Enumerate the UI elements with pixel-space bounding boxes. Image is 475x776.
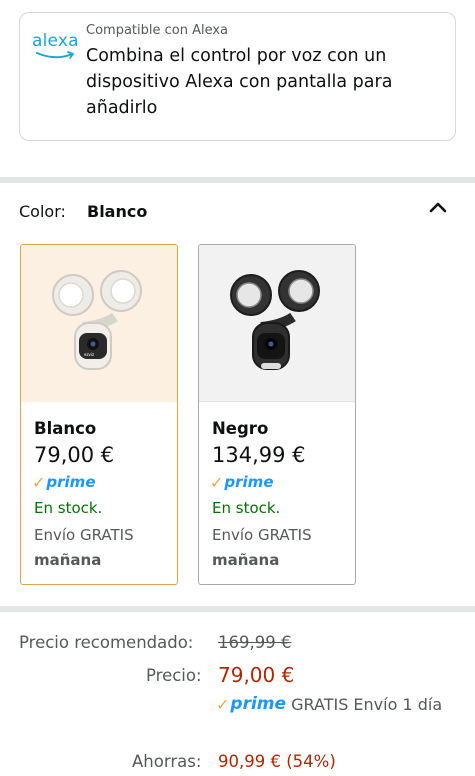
color-label: Color: xyxy=(19,202,66,221)
swatch-shipping: Envío GRATIS xyxy=(212,526,312,544)
swatch-price: 134,99 € xyxy=(212,443,306,467)
swatch-delivery-day: mañana xyxy=(212,551,280,569)
camera-floodlight-white-icon: ezviz xyxy=(52,270,142,370)
prime-badge: ✓ prime xyxy=(210,473,274,492)
prime-check-icon: ✓ xyxy=(216,695,230,714)
swatch-shipping: Envío GRATIS xyxy=(34,526,134,544)
product-image-white: ezviz xyxy=(21,245,177,402)
price-value: 79,00 € xyxy=(218,663,295,687)
alexa-compatible-label: Compatible con Alexa xyxy=(86,23,229,38)
chevron-up-icon[interactable] xyxy=(428,200,448,214)
recommended-price-label: Precio recomendado: xyxy=(19,633,194,652)
prime-check-icon: ✓ xyxy=(32,473,46,492)
alexa-smile-icon xyxy=(36,51,75,59)
product-image-black xyxy=(199,245,355,402)
savings-value: 90,99 € (54%) xyxy=(218,752,336,771)
prime-badge: ✓ prime xyxy=(216,694,287,714)
swatch-stock: En stock. xyxy=(212,499,281,517)
alexa-compatibility-card[interactable]: alexa Compatible con Alexa Combina el co… xyxy=(19,12,456,141)
swatch-name: Negro xyxy=(212,419,269,438)
swatch-price: 79,00 € xyxy=(34,443,115,467)
alexa-logo-text: alexa xyxy=(32,31,79,51)
price-label: Precio: xyxy=(146,666,202,685)
section-divider xyxy=(0,606,475,612)
swatch-stock: En stock. xyxy=(34,499,103,517)
swatch-name: Blanco xyxy=(34,419,97,438)
color-selector-header[interactable]: Color: Blanco xyxy=(19,200,456,226)
color-swatch-negro[interactable]: Negro 134,99 € ✓ prime En stock. Envío GR… xyxy=(198,244,356,585)
alexa-description: Combina el control por voz con un dispos… xyxy=(86,46,393,118)
color-selected-value: Blanco xyxy=(87,202,148,221)
savings-label: Ahorras: xyxy=(132,752,202,771)
prime-check-icon: ✓ xyxy=(210,473,224,492)
prime-shipping-text: GRATIS Envío 1 día xyxy=(291,695,443,714)
prime-badge: ✓ prime xyxy=(32,473,96,492)
alexa-logo: alexa xyxy=(32,31,80,61)
swatch-delivery-day: mañana xyxy=(34,551,102,569)
color-swatch-blanco[interactable]: ezviz Blanco 79,00 € ✓ prime En stock. En… xyxy=(20,244,178,585)
camera-floodlight-black-icon xyxy=(230,270,320,370)
recommended-price-value: 169,99 € xyxy=(218,633,292,652)
prime-shipping-info: ✓ prime GRATIS Envío 1 día xyxy=(216,692,466,718)
svg-text:ezviz: ezviz xyxy=(84,352,94,357)
section-divider xyxy=(0,177,475,183)
